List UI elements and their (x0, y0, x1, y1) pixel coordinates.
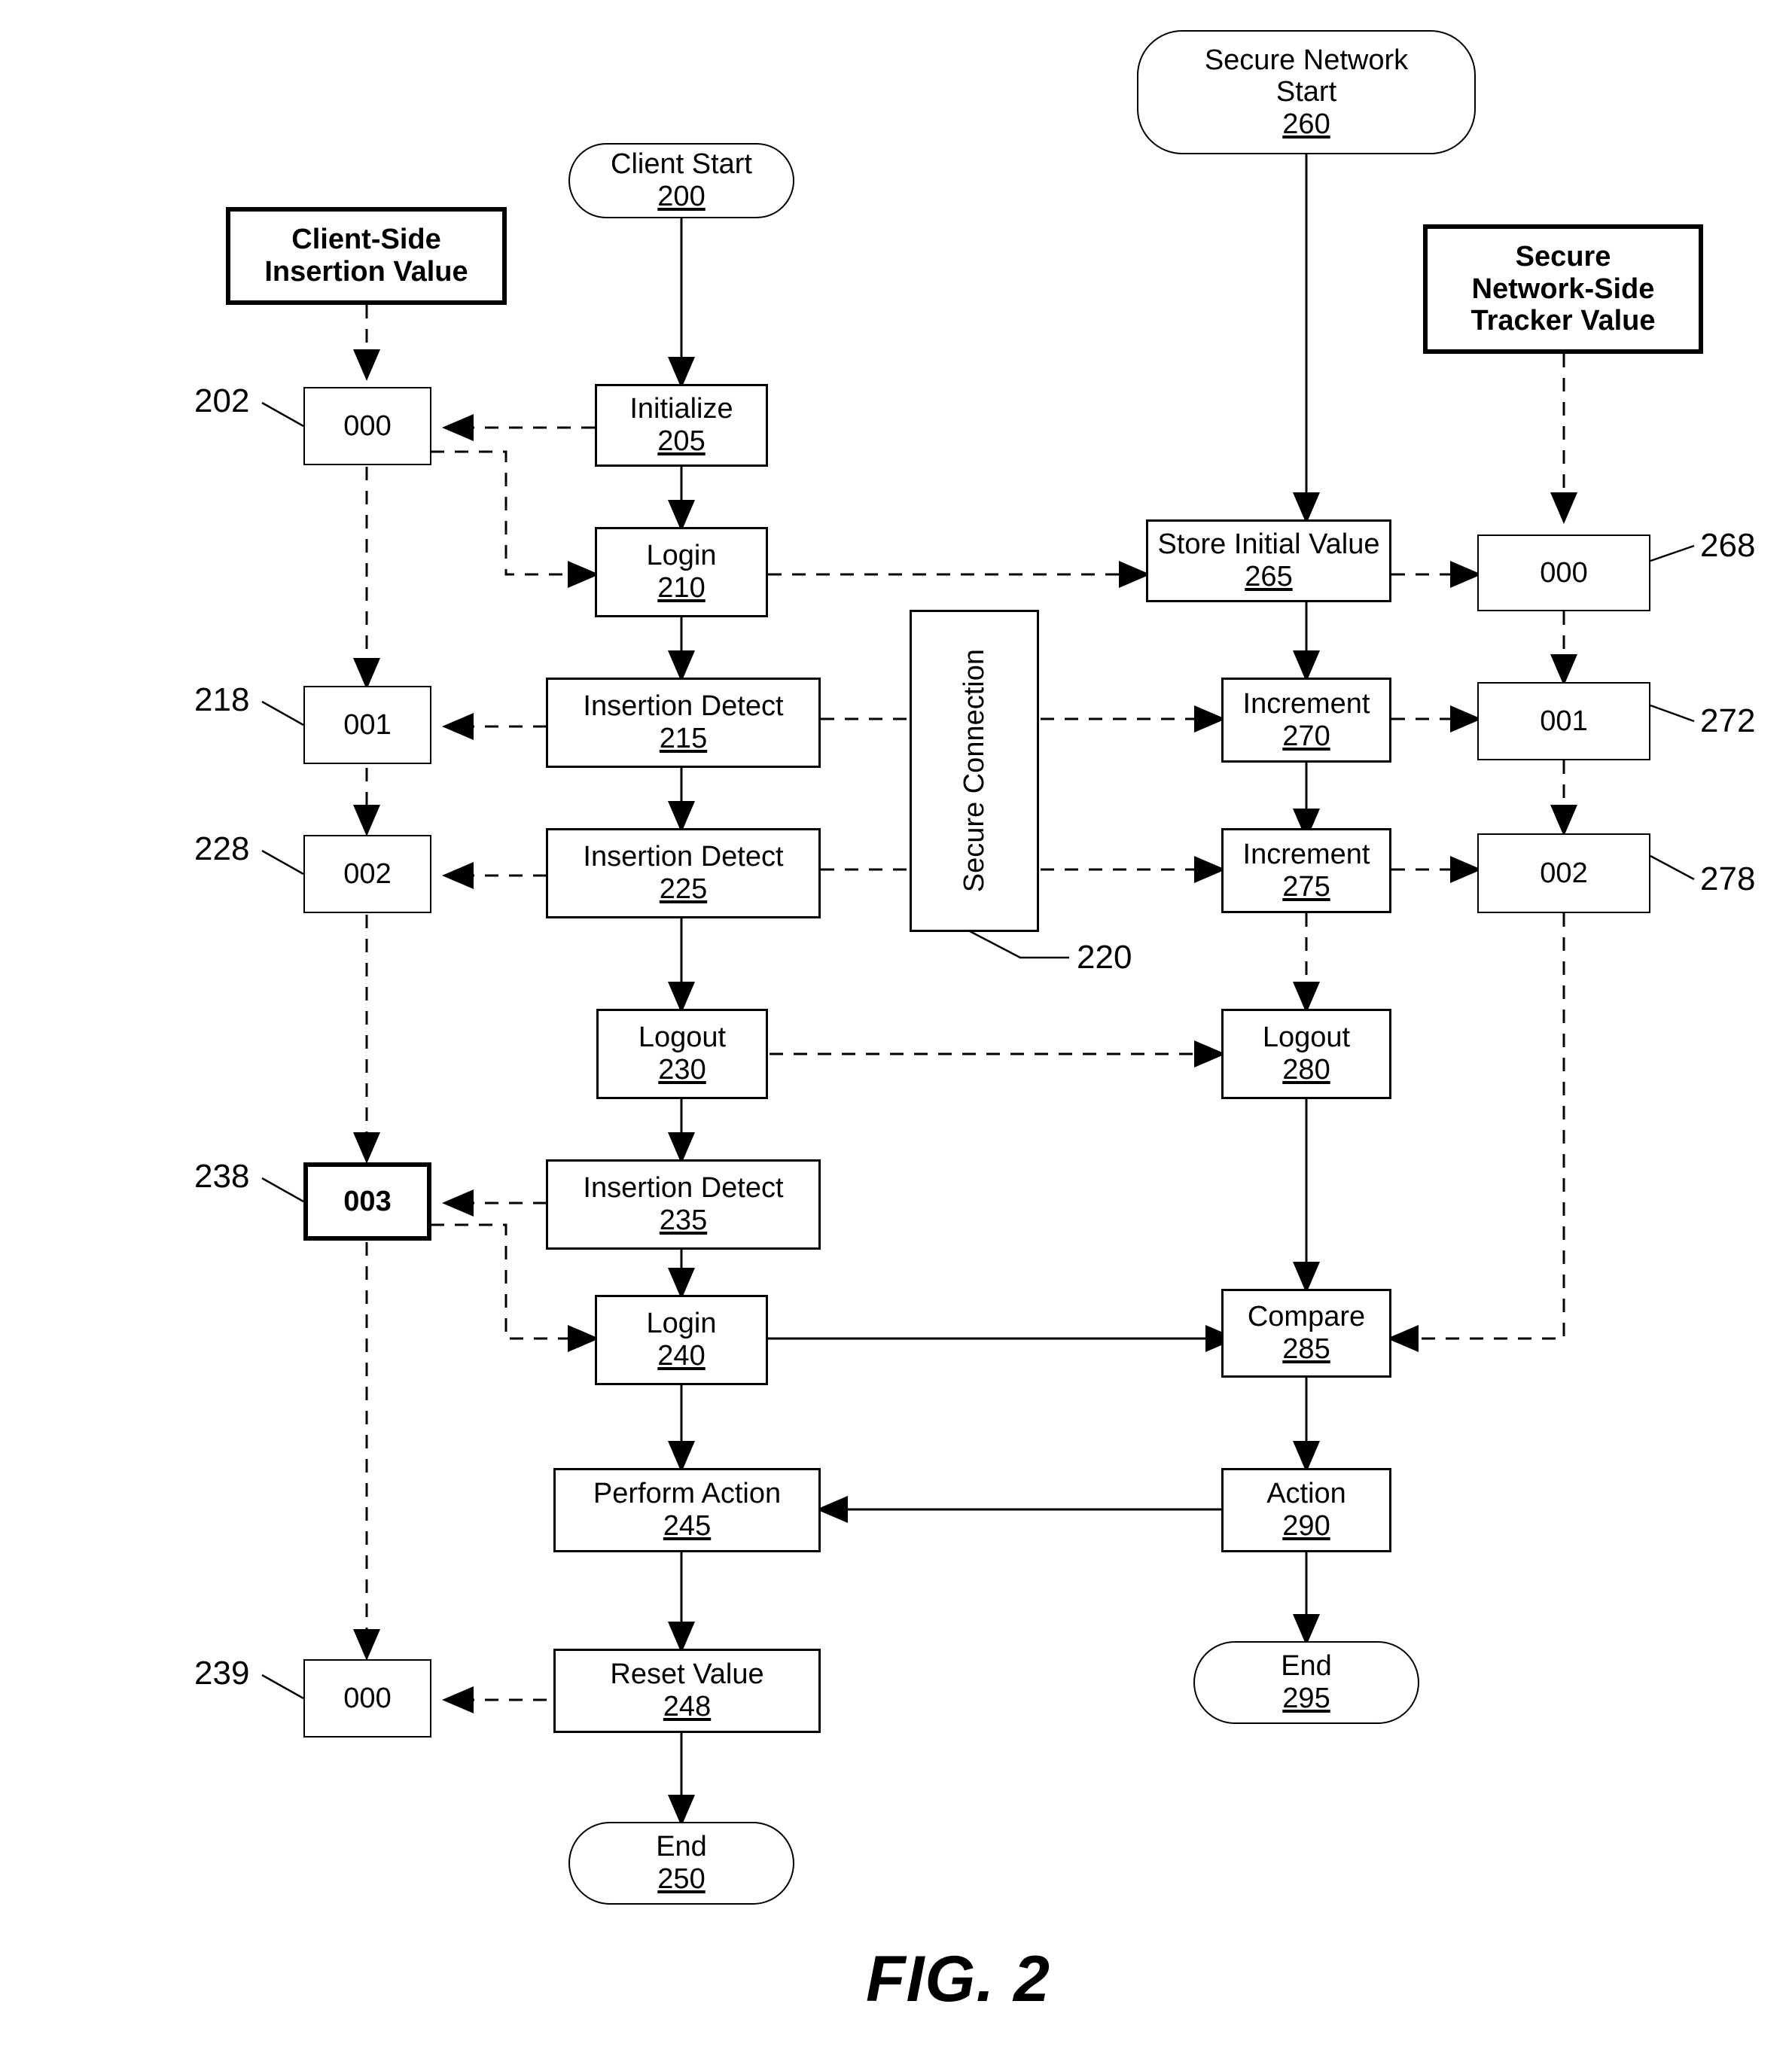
insertion-detect-235-label: Insertion Detect (583, 1172, 784, 1205)
client-value-238-text: 003 (343, 1185, 392, 1217)
process-action-290: Action 290 (1221, 1468, 1391, 1552)
secure-network-start-label-line2: Start (1275, 76, 1337, 108)
action-290-ref: 290 (1282, 1510, 1330, 1542)
increment-275-label: Increment (1242, 838, 1370, 870)
insertion-detect-225-label: Insertion Detect (583, 841, 784, 873)
terminal-network-end: End 295 (1193, 1641, 1419, 1724)
logout-230-label: Logout (638, 1022, 727, 1054)
increment-275-ref: 275 (1282, 870, 1330, 903)
client-value-218-text: 001 (343, 708, 392, 741)
store-initial-value-265-label: Store Initial Value (1157, 528, 1380, 561)
perform-action-245-label: Perform Action (593, 1478, 782, 1510)
compare-285-ref: 285 (1282, 1333, 1330, 1365)
process-insertion-detect-235: Insertion Detect 235 (546, 1159, 821, 1250)
login-240-ref: 240 (657, 1340, 706, 1372)
client-value-box-218: 001 (303, 686, 431, 764)
secure-connection-label: Secure Connection (958, 649, 990, 893)
client-value-box-202: 000 (303, 387, 431, 465)
reset-value-248-label: Reset Value (610, 1658, 764, 1691)
secure-network-start-ref: 260 (1282, 108, 1330, 140)
refnum-228: 228 (194, 830, 250, 867)
refnum-202: 202 (194, 382, 250, 419)
client-side-header-line2: Insertion Value (264, 256, 468, 288)
client-end-ref: 250 (657, 1863, 706, 1895)
secure-connection-channel: Secure Connection (910, 610, 1039, 932)
client-value-239-text: 000 (343, 1682, 392, 1714)
refnum-272: 272 (1700, 702, 1756, 739)
process-login-210: Login 210 (595, 527, 768, 617)
figure-canvas: Client-Side Insertion Value Secure Netwo… (0, 0, 1792, 2068)
increment-270-ref: 270 (1282, 720, 1330, 752)
refnum-220: 220 (1077, 939, 1132, 976)
login-210-label: Login (646, 540, 717, 572)
network-side-header-line2: Network-Side (1471, 273, 1655, 305)
client-start-label: Client Start (611, 148, 752, 181)
refnum-238: 238 (194, 1158, 250, 1195)
figure-caption: FIG. 2 (866, 1943, 1050, 2015)
refnum-239: 239 (194, 1655, 250, 1692)
terminal-secure-network-start: Secure Network Start 260 (1137, 30, 1476, 154)
refnum-218: 218 (194, 681, 250, 718)
network-value-box-268: 000 (1477, 535, 1650, 611)
process-insertion-detect-215: Insertion Detect 215 (546, 678, 821, 768)
process-insertion-detect-225: Insertion Detect 225 (546, 828, 821, 918)
logout-280-label: Logout (1262, 1022, 1351, 1054)
network-value-272-text: 001 (1540, 705, 1588, 737)
process-reset-value-248: Reset Value 248 (553, 1649, 821, 1733)
client-start-ref: 200 (657, 181, 706, 212)
network-side-header-line3: Tracker Value (1470, 305, 1656, 337)
client-value-228-text: 002 (343, 857, 392, 890)
process-login-240: Login 240 (595, 1295, 768, 1385)
process-perform-action-245: Perform Action 245 (553, 1468, 821, 1552)
refnum-268: 268 (1700, 527, 1756, 564)
logout-280-ref: 280 (1282, 1054, 1330, 1086)
client-side-header-line1: Client-Side (291, 224, 441, 256)
process-logout-280: Logout 280 (1221, 1009, 1391, 1099)
network-value-268-text: 000 (1540, 556, 1588, 589)
network-value-box-278: 002 (1477, 833, 1650, 913)
client-side-insertion-value-header: Client-Side Insertion Value (226, 207, 507, 305)
process-store-initial-value-265: Store Initial Value 265 (1146, 519, 1391, 602)
insertion-detect-215-label: Insertion Detect (583, 690, 784, 723)
initialize-label: Initialize (629, 393, 733, 425)
client-value-202-text: 000 (343, 410, 392, 442)
process-increment-270: Increment 270 (1221, 678, 1391, 763)
secure-network-side-tracker-value-header: Secure Network-Side Tracker Value (1423, 224, 1703, 354)
network-end-label: End (1281, 1650, 1332, 1683)
network-end-ref: 295 (1282, 1683, 1330, 1714)
perform-action-245-ref: 245 (663, 1510, 712, 1542)
client-value-box-228: 002 (303, 835, 431, 913)
network-value-278-text: 002 (1540, 857, 1588, 889)
login-210-ref: 210 (657, 572, 706, 604)
client-value-box-238: 003 (303, 1162, 431, 1241)
initialize-ref: 205 (657, 425, 706, 457)
reset-value-248-ref: 248 (663, 1691, 712, 1722)
login-240-label: Login (646, 1308, 717, 1340)
insertion-detect-225-ref: 225 (659, 873, 708, 905)
network-side-header-line1: Secure (1515, 241, 1611, 273)
client-end-label: End (656, 1831, 707, 1863)
compare-285-label: Compare (1247, 1301, 1366, 1333)
refnum-278: 278 (1700, 860, 1756, 897)
store-initial-value-265-ref: 265 (1245, 561, 1293, 592)
process-increment-275: Increment 275 (1221, 828, 1391, 913)
process-logout-230: Logout 230 (596, 1009, 768, 1099)
network-value-box-272: 001 (1477, 682, 1650, 760)
secure-network-start-label-line1: Secure Network (1204, 44, 1409, 76)
terminal-client-end: End 250 (568, 1822, 794, 1905)
increment-270-label: Increment (1242, 687, 1370, 720)
insertion-detect-235-ref: 235 (659, 1205, 708, 1236)
process-initialize: Initialize 205 (595, 384, 768, 467)
action-290-label: Action (1266, 1478, 1346, 1510)
process-compare-285: Compare 285 (1221, 1289, 1391, 1378)
client-value-box-239: 000 (303, 1659, 431, 1738)
terminal-client-start: Client Start 200 (568, 143, 794, 218)
logout-230-ref: 230 (658, 1054, 706, 1086)
insertion-detect-215-ref: 215 (659, 723, 708, 754)
